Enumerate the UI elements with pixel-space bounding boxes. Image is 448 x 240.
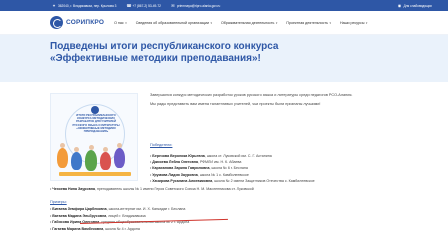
page-title: Подведены итоги республиканского конкурс…: [50, 41, 279, 64]
chevron-down-icon: ▾: [365, 20, 368, 25]
list-item: • Хачирова Русалина Алиевиковна, школа №…: [150, 178, 315, 183]
list-item: • Гагаева Марина Вамбековна, школа № 4 г…: [50, 226, 140, 231]
list-item: • Чехоева Нина Зауровна, преподаватель ш…: [50, 187, 254, 191]
logo-text: СОРИПКРО: [66, 19, 105, 26]
top-contact-bar: ⌖ 362040, г. Владикавказ, пер. Крылова 3…: [0, 0, 448, 11]
nav-item-about[interactable]: О нас ▾: [114, 21, 127, 25]
nav-item-label: Сведения об образовательной организации: [135, 20, 209, 25]
chevron-down-icon: ▾: [275, 20, 278, 25]
nav-item-label: Наши ресурсы: [340, 20, 365, 25]
page-hero: Подведены итоги республиканского конкурс…: [0, 35, 448, 82]
chevron-down-icon: ▾: [329, 20, 331, 25]
winners-label: Победители:: [150, 143, 173, 147]
article-congrats: Мы рады представить вам имена талантливы…: [150, 102, 321, 107]
logo-mark-icon: [50, 16, 63, 29]
email-text[interactable]: priemnaya@ripro.alania.gov.ru: [177, 4, 220, 8]
article-body: Завершился конкурс методических разработ…: [150, 93, 440, 111]
news-poster-image: Итоги республиканского конкурса методиче…: [50, 93, 138, 181]
prizes-list: • Бигаева Земфира Царбековна, школа-инте…: [50, 206, 440, 232]
nav-item-label: О нас: [114, 20, 124, 25]
nav-item-label: Образовательная деятельность: [221, 20, 275, 25]
site-logo[interactable]: СОРИПКРО: [50, 16, 104, 29]
address-text: 362040, г. Владикавказ, пер. Крылова 3: [58, 3, 117, 8]
nav-item-education[interactable]: Образовательная деятельность ▾: [221, 21, 277, 25]
nav-item-label: Проектная деятельность: [286, 20, 328, 25]
eye-icon: ◉: [397, 2, 402, 8]
nav-item-org-info[interactable]: Сведения об образовательной организации ▾: [136, 21, 212, 25]
list-item: • Ватаева Мадина Эльбрусовна, лицей г. В…: [50, 213, 146, 218]
teacher-figure: [100, 147, 111, 170]
phone-icon: ☎: [126, 2, 132, 8]
address-item: ⌖ 362040, г. Владикавказ, пер. Крылова 3: [52, 2, 117, 8]
nav-item-resources[interactable]: Наши ресурсы ▾: [340, 21, 367, 25]
prizes-label: Призеры:: [50, 200, 67, 204]
article-intro: Завершился конкурс методических разработ…: [150, 93, 353, 97]
teacher-figure: [71, 147, 82, 170]
location-pin-icon: ⌖: [52, 2, 56, 8]
poster-logo-icon: [91, 106, 99, 114]
accessibility-link[interactable]: ◉ Для слабовидящих: [397, 2, 432, 8]
site-header: СОРИПКРО О нас ▾ Сведения об образователь…: [0, 11, 448, 35]
list-item: • Бигаева Земфира Царбековна, школа-инте…: [50, 207, 186, 211]
envelope-icon: ✉: [171, 2, 175, 8]
winners-list: • Березова Вероника Юрьевна, школа ст. Л…: [150, 153, 440, 184]
teacher-figure: [114, 143, 125, 168]
chevron-down-icon: ▾: [125, 20, 127, 25]
teacher-figure: [57, 143, 68, 168]
poster-title: Итоги республиканского конкурса методиче…: [72, 114, 120, 134]
chevron-down-icon: ▾: [210, 20, 213, 25]
phone-item[interactable]: ☎ +7 (867-2) 53-49-72: [126, 2, 160, 8]
nav-item-projects[interactable]: Проектная деятельность ▾: [286, 21, 331, 25]
email-item[interactable]: ✉ priemnaya@ripro.alania.gov.ru: [171, 2, 220, 8]
accessibility-label[interactable]: Для слабовидящих: [403, 4, 432, 8]
teacher-figure: [85, 145, 97, 171]
phone-text[interactable]: +7 (867-2) 53-49-72: [132, 4, 160, 8]
main-nav: О нас ▾ Сведения об образовательной орган…: [114, 21, 376, 25]
book-icon: [59, 172, 131, 176]
